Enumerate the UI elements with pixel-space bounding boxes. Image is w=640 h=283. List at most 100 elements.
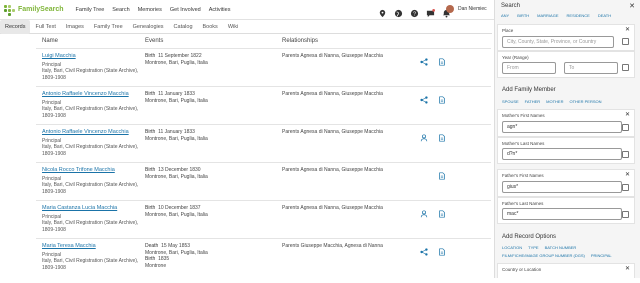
- result-name-link[interactable]: Luigi Macchia: [42, 53, 76, 59]
- search-type-tabs: Records Full Text Images Family Tree Gen…: [0, 19, 492, 34]
- panel-title: Search: [501, 3, 521, 9]
- main-nav: Family Tree Search Memories Get Involved…: [76, 7, 239, 13]
- record-document-icon[interactable]: [438, 167, 446, 180]
- place-exact-checkbox[interactable]: [622, 38, 629, 45]
- location-pin-icon[interactable]: [378, 5, 387, 18]
- close-icon[interactable]: ✕: [629, 2, 635, 10]
- year-to-input[interactable]: To: [564, 62, 618, 74]
- familysearch-logo[interactable]: FamilySearch: [4, 4, 64, 16]
- result-name-link[interactable]: Nicola Rocco Trifone Macchia: [42, 167, 115, 173]
- result-name-link[interactable]: Maria Castanza Lucia Macchia: [42, 205, 117, 211]
- tab-books[interactable]: Books: [198, 20, 223, 34]
- messages-icon[interactable]: [426, 5, 435, 18]
- record-document-icon[interactable]: [438, 91, 446, 104]
- father-first-exact-checkbox[interactable]: [622, 184, 629, 191]
- add-spouse-link[interactable]: Spouse: [502, 99, 519, 104]
- share-icon[interactable]: [420, 243, 428, 256]
- tab-residence[interactable]: Residence: [567, 13, 590, 18]
- share-icon[interactable]: [420, 53, 428, 66]
- father-last-exact-checkbox[interactable]: [622, 211, 629, 218]
- nav-memories[interactable]: Memories: [138, 7, 162, 13]
- tab-birth[interactable]: Birth: [517, 13, 529, 18]
- result-name-link[interactable]: Antonio Raffaele Vincenzo Macchia: [42, 129, 129, 135]
- add-other-person-link[interactable]: Other Person: [570, 99, 602, 104]
- result-relationships: Parents Agnesa di Nanna, Giuseppe Macchi…: [282, 129, 392, 136]
- tab-family-tree[interactable]: Family Tree: [89, 20, 128, 34]
- result-name-link[interactable]: Antonio Raffaele Vincenzo Macchia: [42, 91, 129, 97]
- option-principal-link[interactable]: Principal: [591, 253, 612, 258]
- tab-records[interactable]: Records: [0, 19, 31, 34]
- event-type: Birth: [145, 167, 156, 173]
- remove-mother-icon[interactable]: ✕: [625, 111, 630, 118]
- record-document-icon[interactable]: [438, 53, 446, 66]
- father-last-box: Father's Last Names mac*: [497, 197, 635, 224]
- column-relationships: Relationships: [282, 38, 319, 44]
- year-label: Year (Range): [502, 55, 529, 60]
- event-type: Birth: [145, 256, 156, 262]
- mother-last-input[interactable]: d?n*: [502, 148, 622, 160]
- tab-genealogies[interactable]: Genealogies: [128, 20, 169, 34]
- place-input[interactable]: City, County, State, Province, or Countr…: [502, 36, 614, 48]
- result-event: Birth 11 January 1833 Montrone, Bari, Pug…: [145, 129, 265, 142]
- remove-father-icon[interactable]: ✕: [625, 171, 630, 178]
- option-type-link[interactable]: Type: [528, 245, 538, 250]
- globe-icon[interactable]: [394, 5, 403, 18]
- result-collection: Italy, Bari, Civil Registration (State A…: [42, 68, 139, 81]
- tab-catalog[interactable]: Catalog: [169, 20, 198, 34]
- tab-marriage[interactable]: Marriage: [537, 13, 558, 18]
- help-icon[interactable]: ?: [410, 5, 419, 17]
- user-menu[interactable]: Dan Niemiec: [446, 5, 487, 13]
- event-type: Birth: [145, 129, 156, 135]
- mother-first-exact-checkbox[interactable]: [622, 124, 629, 131]
- result-event: Birth 13 December 1830 Montrone, Bari, Pu…: [145, 167, 265, 180]
- result-collection: Italy, Bari, Civil Registration (State A…: [42, 220, 139, 233]
- father-first-input[interactable]: gius*: [502, 181, 622, 193]
- share-icon[interactable]: [420, 91, 428, 104]
- mother-last-exact-checkbox[interactable]: [622, 151, 629, 158]
- event-date: 11 September 1822: [158, 53, 202, 59]
- nav-get-involved[interactable]: Get Involved: [170, 7, 201, 13]
- relationship-names: Agnesa di Nanna, Giuseppe Macchia: [300, 91, 383, 97]
- result-name-link[interactable]: Maria Teresa Macchia: [42, 243, 96, 249]
- tab-images[interactable]: Images: [61, 20, 89, 34]
- year-from-input[interactable]: From: [502, 62, 556, 74]
- nav-activities[interactable]: Activities: [209, 7, 231, 13]
- result-event: Birth 11 January 1833 Montrone, Bari, Pug…: [145, 91, 265, 104]
- record-option-links-2: Film/Fiche/Image Group Number (DGS) Prin…: [502, 253, 618, 258]
- remove-place-icon[interactable]: ✕: [625, 26, 630, 33]
- record-document-icon[interactable]: [438, 129, 446, 142]
- nav-family-tree[interactable]: Family Tree: [76, 7, 105, 13]
- option-batch-number-link[interactable]: Batch Number: [545, 245, 577, 250]
- mother-first-box: Mother's First Names ✕ agn*: [497, 109, 635, 137]
- year-exact-checkbox[interactable]: [622, 64, 629, 71]
- result-collection: Italy, Bari, Civil Registration (State A…: [42, 258, 139, 271]
- nav-search[interactable]: Search: [112, 7, 129, 13]
- person-icon[interactable]: [420, 129, 428, 142]
- remove-country-icon[interactable]: ✕: [625, 265, 630, 272]
- add-mother-link[interactable]: Mother: [546, 99, 563, 104]
- avatar: [446, 5, 454, 13]
- tab-wiki[interactable]: Wiki: [223, 20, 243, 34]
- family-member-links: Spouse Father Mother Other Person: [502, 99, 608, 104]
- event-place: Montrone: [145, 262, 167, 269]
- tree-logo-icon: [4, 4, 16, 16]
- event-place: Montrone, Bari, Puglia, Italia: [145, 249, 208, 256]
- person-icon[interactable]: [420, 205, 428, 218]
- option-film-number-link[interactable]: Film/Fiche/Image Group Number (DGS): [502, 253, 585, 258]
- tab-death[interactable]: Death: [598, 13, 611, 18]
- event-type: Birth: [145, 205, 156, 211]
- add-father-link[interactable]: Father: [525, 99, 540, 104]
- record-document-icon[interactable]: [438, 205, 446, 218]
- father-last-input[interactable]: mac*: [502, 208, 622, 220]
- tab-any[interactable]: Any: [501, 13, 509, 18]
- mother-first-input[interactable]: agn*: [502, 121, 622, 133]
- father-first-label: Father's First Names: [502, 173, 544, 178]
- event-date: 13 December 1830: [158, 167, 201, 173]
- user-name: Dan Niemiec: [458, 6, 487, 12]
- table-row: Maria Castanza Lucia Macchia Principal I…: [36, 200, 491, 238]
- relationship-label: Parents: [282, 53, 300, 59]
- option-location-link[interactable]: Location: [502, 245, 522, 250]
- country-box: Country or Location ✕: [497, 263, 635, 278]
- tab-full-text[interactable]: Full Text: [30, 20, 60, 34]
- record-document-icon[interactable]: [438, 243, 446, 256]
